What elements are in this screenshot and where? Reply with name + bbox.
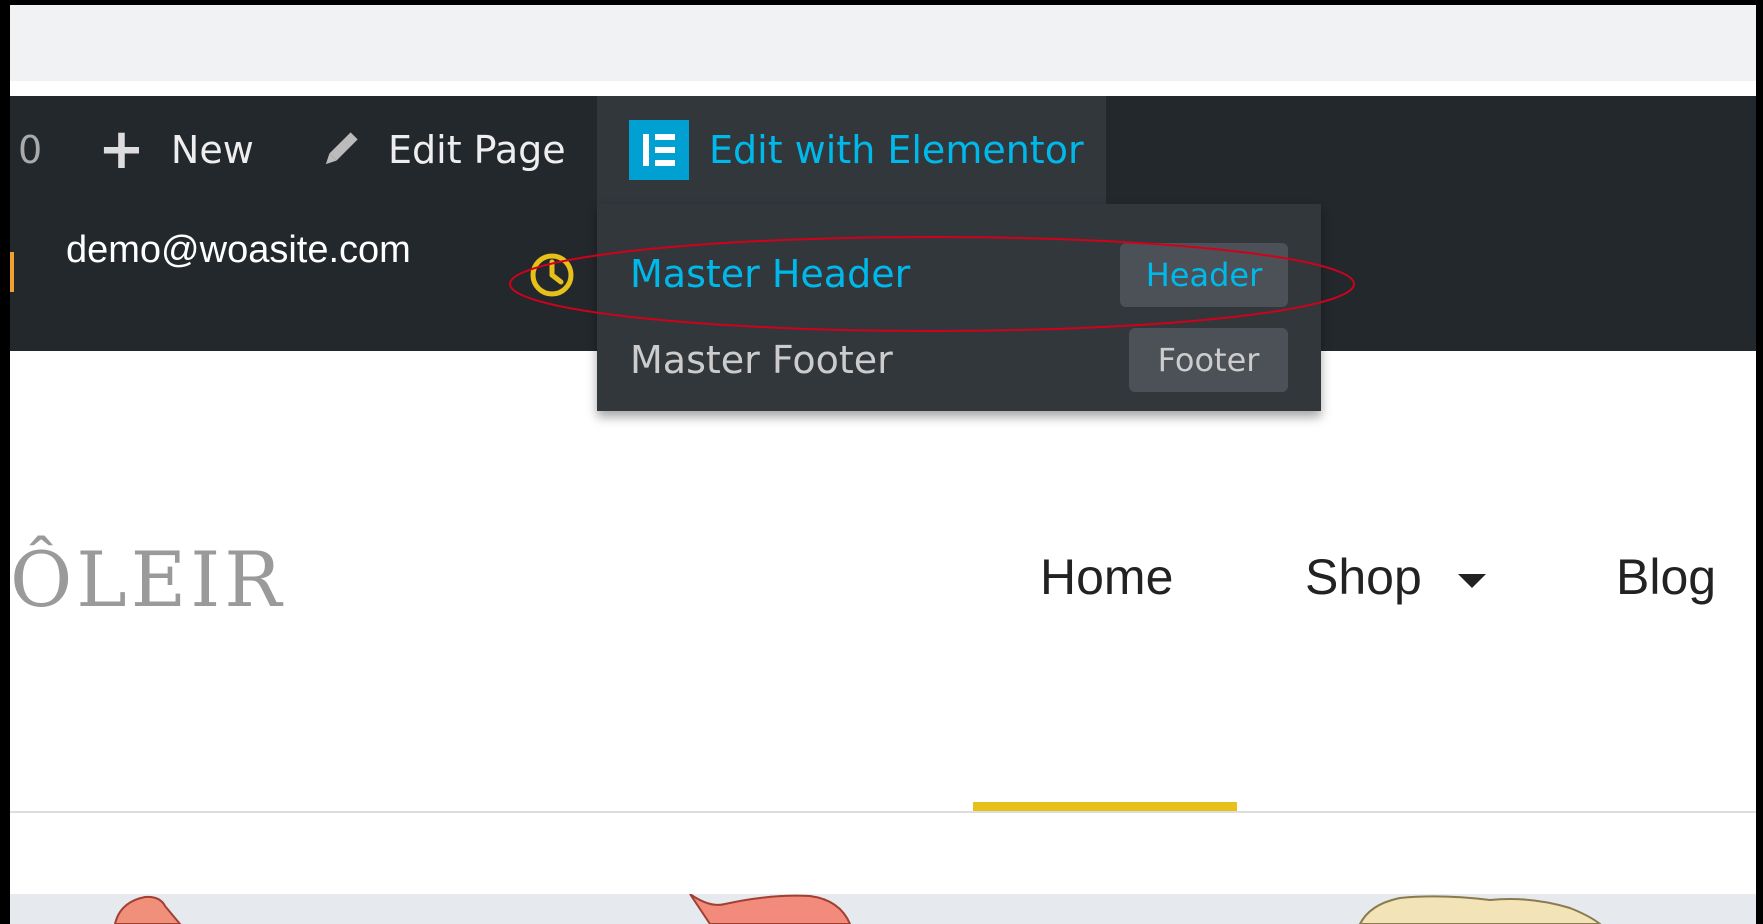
admin-bar-primary-row: 0 + New Edit Page Edit with Elementor [10,96,1756,204]
nav-shop-label: Shop [1305,549,1422,605]
edit-page-button[interactable]: Edit Page [318,96,566,204]
header-badge: Header [1120,243,1288,307]
elementor-dropdown-menu: Master Header Header Master Footer Foote… [597,204,1321,411]
plus-icon: + [98,117,145,182]
hero-image-strip [10,894,1756,924]
edit-with-elementor-button[interactable]: Edit with Elementor [597,96,1106,204]
edit-page-label: Edit Page [388,128,566,172]
footer-badge: Footer [1129,328,1288,392]
menu-item-master-footer[interactable]: Master Footer [630,338,893,382]
clock-icon[interactable] [528,251,576,304]
user-account-email[interactable]: demo@woasite.com [66,229,411,272]
frame-border-left [0,0,10,924]
nav-item-home[interactable]: Home [1040,548,1173,606]
nav-item-shop[interactable]: Shop [1305,548,1486,606]
nav-item-blog[interactable]: Blog [1616,548,1716,606]
new-content-button[interactable]: + New [98,96,254,204]
elementor-logo-icon [629,120,689,180]
comments-count[interactable]: 0 [18,96,42,204]
hero-illustration-fragment [113,894,1602,924]
caret-down-icon [1457,573,1486,588]
site-logo[interactable]: ÔLEIR [10,535,286,624]
header-divider [10,811,1756,813]
nav-home-label: Home [1040,549,1174,605]
admin-bar-accent [10,252,14,292]
new-label: New [170,128,254,172]
pencil-icon [325,132,358,165]
nav-blog-label: Blog [1616,549,1717,605]
elementor-label: Edit with Elementor [709,128,1084,172]
menu-item-master-header[interactable]: Master Header [630,252,910,296]
browser-top-strip [10,5,1756,81]
frame-border-right [1756,0,1763,924]
nav-active-indicator [973,802,1237,811]
